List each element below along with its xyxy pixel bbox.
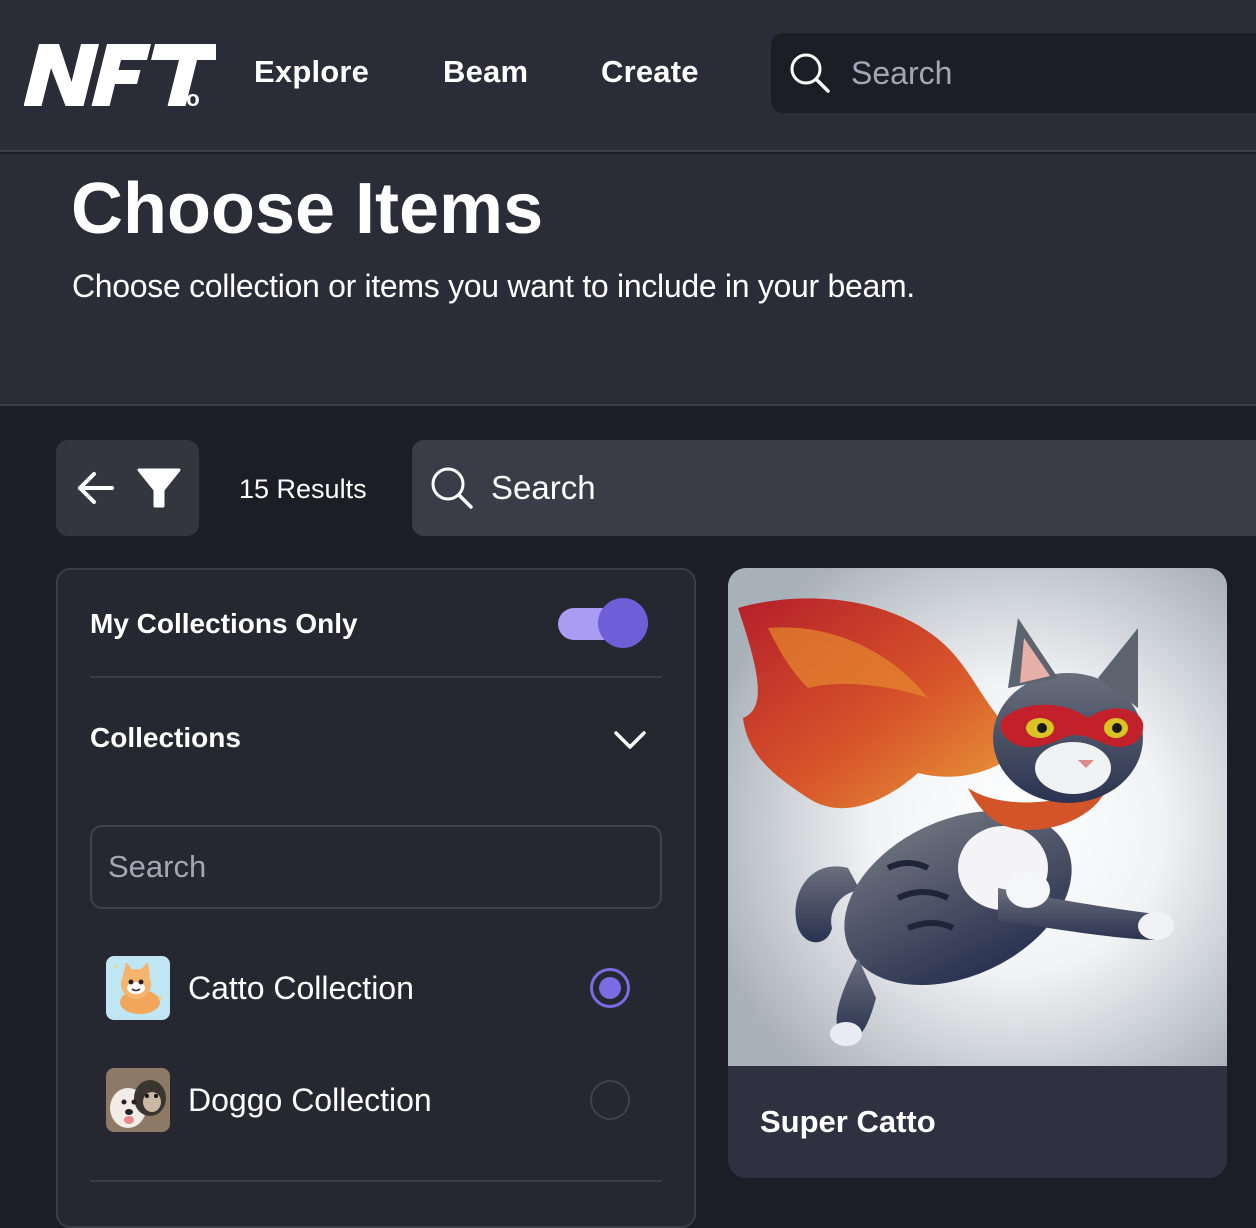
divider [90, 1180, 662, 1182]
filter-icon[interactable] [136, 466, 182, 515]
items-search-input[interactable] [491, 464, 1251, 512]
catto-collection-thumbnail [106, 956, 170, 1020]
divider [90, 676, 662, 678]
global-search-input[interactable] [851, 49, 1251, 97]
nft-card[interactable]: Super Catto [728, 568, 1227, 1178]
super-catto-image [728, 568, 1227, 1066]
nav-beam[interactable]: Beam [443, 54, 528, 90]
page-title: Choose Items [71, 169, 544, 249]
search-icon [789, 52, 831, 99]
collection-search-box[interactable] [90, 825, 662, 909]
collection-name: Catto Collection [188, 970, 414, 1006]
search-icon [430, 466, 474, 515]
my-collections-label: My Collections Only [90, 608, 358, 639]
nft-card-title: Super Catto [760, 1104, 936, 1139]
doggo-collection-thumbnail [106, 1068, 170, 1132]
items-search-box[interactable] [412, 440, 1256, 536]
nft-io-logo[interactable]: .io [23, 40, 230, 111]
toggle-knob [598, 598, 648, 648]
page-subtitle: Choose collection or items you want to i… [72, 268, 915, 304]
arrow-left-icon[interactable] [76, 468, 116, 513]
logo-suffix: .io [174, 86, 200, 110]
collections-heading: Collections [90, 722, 241, 753]
nav-explore[interactable]: Explore [254, 54, 369, 90]
collection-item-doggo[interactable]: Doggo Collection [106, 1068, 646, 1132]
results-count: 15 Results [239, 474, 367, 504]
nav-create[interactable]: Create [601, 54, 699, 90]
global-search-box[interactable] [771, 33, 1256, 113]
collection-radio-selected[interactable] [590, 968, 630, 1008]
page-header: Choose Items Choose collection or items … [0, 154, 1256, 406]
my-collections-toggle[interactable] [558, 598, 648, 648]
filter-toolbar [56, 440, 199, 536]
collection-item-catto[interactable]: Catto Collection [106, 956, 646, 1020]
chevron-down-icon[interactable] [612, 728, 648, 757]
top-navigation-bar: .io Explore Beam Create [0, 0, 1256, 152]
filter-panel: My Collections Only Collections Search C… [56, 568, 696, 1228]
collection-name: Doggo Collection [188, 1082, 432, 1118]
collection-radio-unselected[interactable] [590, 1080, 630, 1120]
collection-search-input[interactable] [108, 845, 628, 889]
